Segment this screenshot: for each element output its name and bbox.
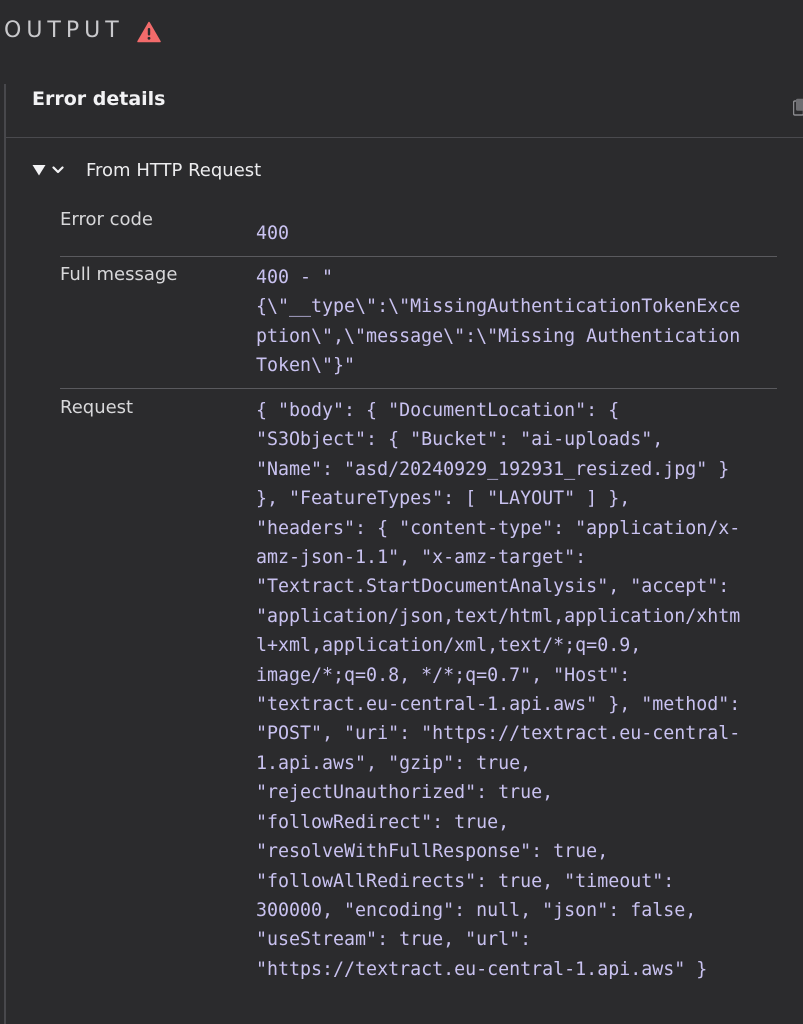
section-toggle-http-request[interactable]: From HTTP Request bbox=[32, 158, 261, 182]
output-header: OUTPUT bbox=[0, 0, 803, 68]
panel-header: Error details bbox=[6, 84, 803, 138]
field-value-error-code: 400 bbox=[256, 223, 290, 244]
field-value-full-message: 400 - " {\"__type\":\"MissingAuthenticat… bbox=[256, 267, 741, 377]
field-label-request: Request bbox=[60, 397, 134, 418]
output-title: OUTPUT bbox=[4, 18, 124, 43]
field-row-request: Request { "body": { "DocumentLocation": … bbox=[60, 390, 777, 1010]
copy-icon[interactable] bbox=[793, 98, 803, 116]
field-row-full-message: Full message 400 - " {\"__type\":\"Missi… bbox=[60, 257, 777, 389]
field-row-error-code: Error code 400 bbox=[60, 202, 777, 257]
field-label-full-message: Full message bbox=[60, 264, 178, 285]
triangle-down-icon bbox=[32, 165, 46, 176]
warning-triangle-icon bbox=[137, 21, 161, 43]
error-details-panel: Error details From HTTP Request Error co… bbox=[4, 84, 803, 1024]
chevron-down-icon bbox=[52, 166, 64, 174]
field-value-request: { "body": { "DocumentLocation": { "S3Obj… bbox=[256, 400, 741, 980]
field-label-error-code: Error code bbox=[60, 209, 154, 230]
section-title: From HTTP Request bbox=[86, 159, 262, 181]
panel-title: Error details bbox=[32, 88, 166, 110]
